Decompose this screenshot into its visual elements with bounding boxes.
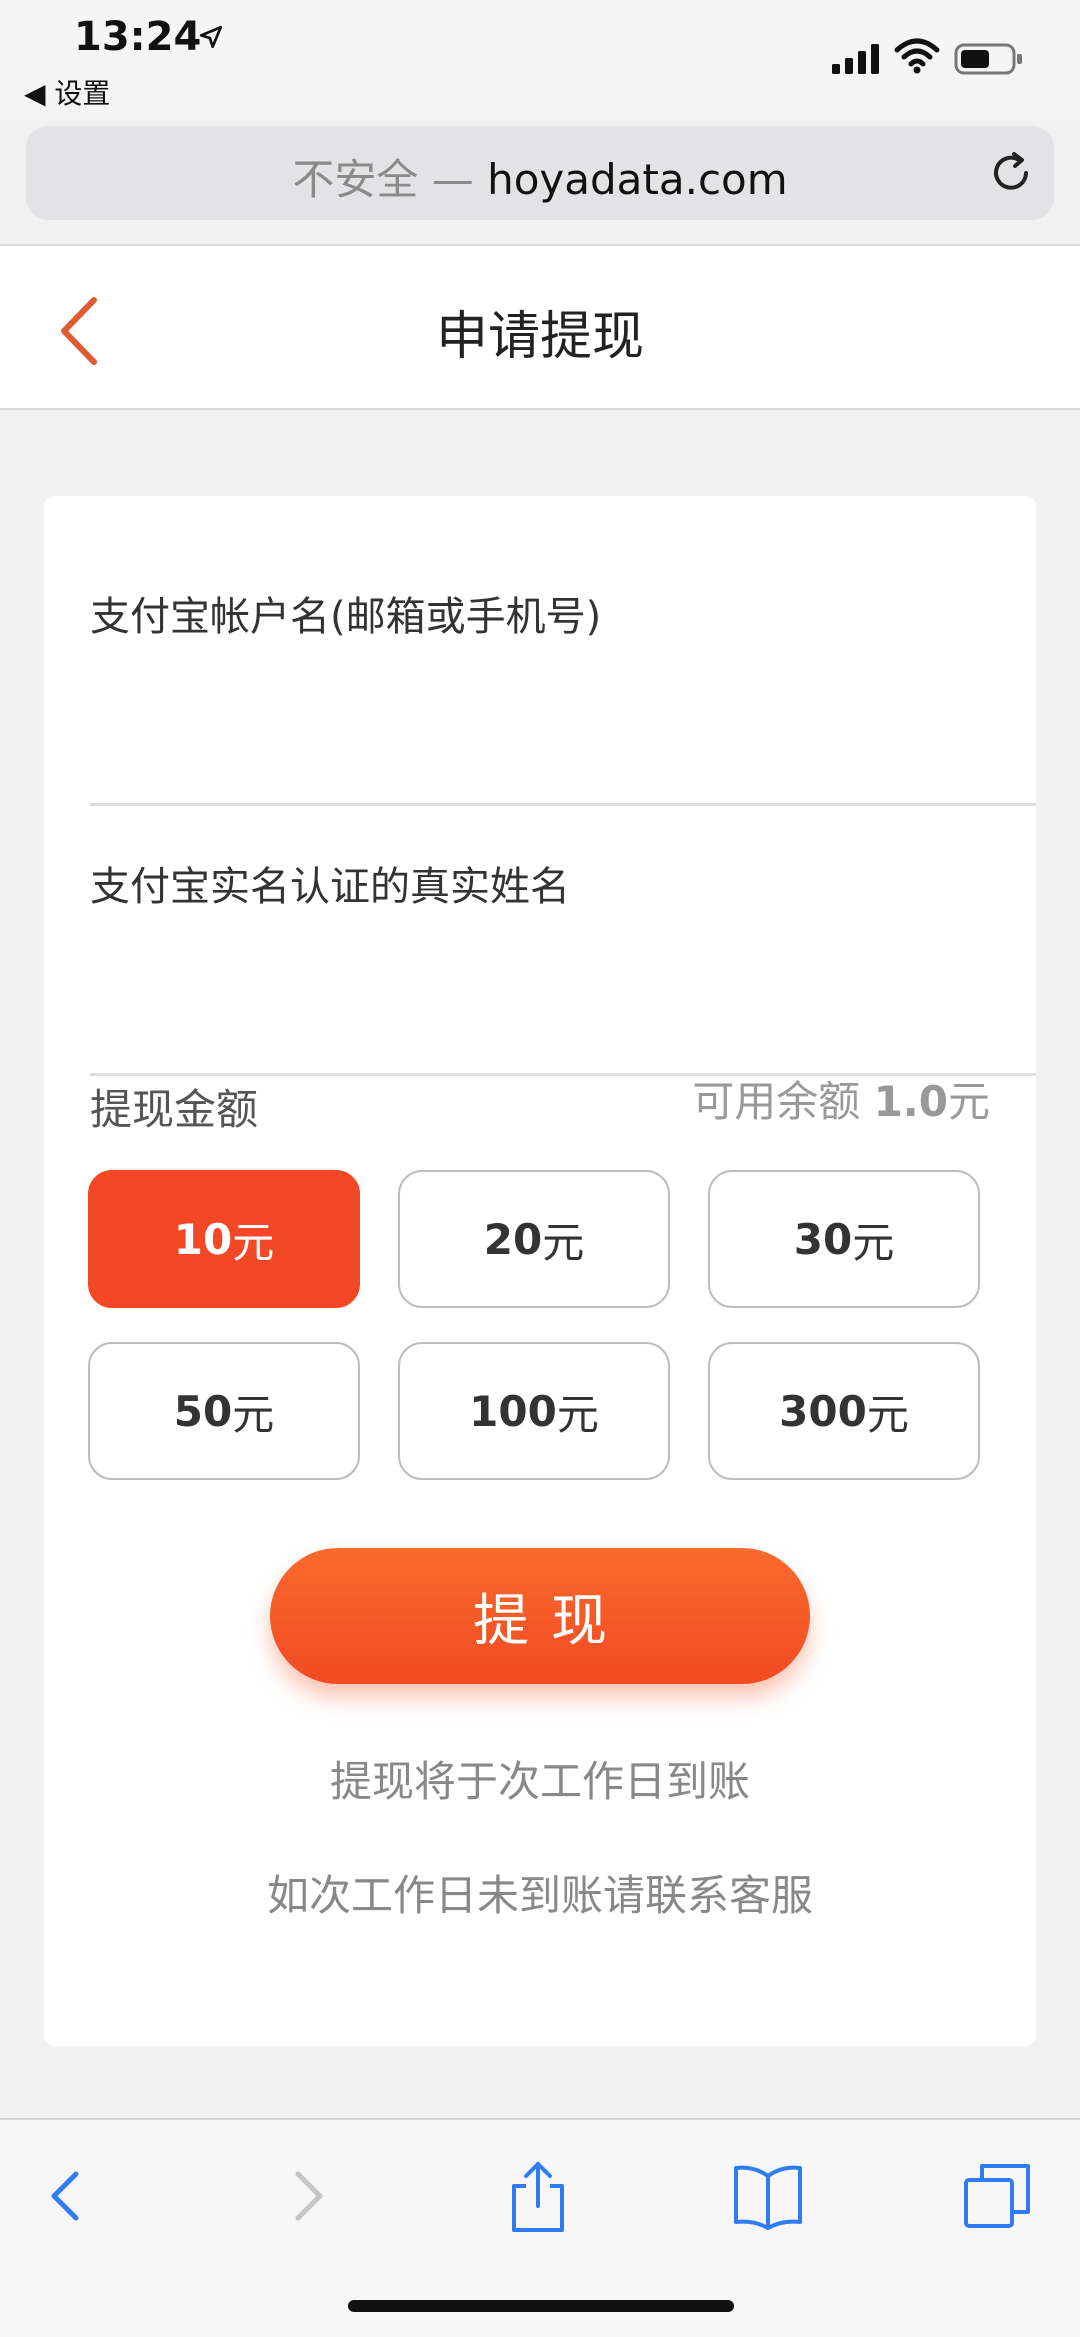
amount-number: 30 bbox=[793, 1214, 853, 1264]
support-note: 如次工作日未到账请联系客服 bbox=[266, 1871, 813, 1920]
amount-option-100[interactable]: 100 元 bbox=[398, 1342, 670, 1480]
home-indicator[interactable] bbox=[348, 2300, 734, 2312]
amount-unit: 元 bbox=[852, 1217, 895, 1267]
amount-unit: 元 bbox=[866, 1389, 909, 1439]
tabs-icon[interactable] bbox=[958, 2156, 1038, 2236]
amount-number: 20 bbox=[483, 1214, 543, 1264]
amount-number: 100 bbox=[469, 1386, 557, 1436]
amount-unit: 元 bbox=[232, 1389, 275, 1439]
amount-unit: 元 bbox=[542, 1217, 585, 1267]
amount-option-30[interactable]: 30 元 bbox=[708, 1170, 980, 1308]
amount-label: 提现金额 bbox=[90, 1085, 259, 1134]
location-arrow-icon bbox=[199, 25, 223, 49]
real-name-field bbox=[90, 806, 1036, 1076]
amount-unit: 元 bbox=[232, 1217, 275, 1267]
back-to-settings-link[interactable]: ◀ 设置 bbox=[24, 72, 110, 112]
balance-prefix: 可用余额 bbox=[692, 1077, 874, 1126]
arrival-note: 提现将于次工作日到账 bbox=[329, 1757, 750, 1806]
amount-option-10[interactable]: 10 元 bbox=[88, 1170, 360, 1308]
alipay-account-input[interactable] bbox=[90, 562, 1036, 672]
insecure-label: 不安全 bbox=[292, 155, 419, 204]
share-icon[interactable] bbox=[498, 2156, 578, 2236]
page-header: 申请提现 bbox=[0, 244, 1080, 410]
url-domain: hoyadata.com bbox=[487, 155, 788, 204]
status-bar: 13:24 ◀ 设置 bbox=[0, 0, 1080, 120]
status-time: 13:24 bbox=[74, 14, 202, 60]
withdraw-form-card: 提现金额 可用余额 1.0元 10元 20元 30元 50元 100元 300元… bbox=[44, 496, 1036, 2046]
wifi-icon bbox=[894, 38, 940, 74]
amount-option-50[interactable]: 50 元 bbox=[88, 1342, 360, 1480]
amount-number: 10 bbox=[173, 1214, 233, 1264]
browser-back-icon[interactable] bbox=[28, 2156, 108, 2236]
amount-number: 300 bbox=[779, 1386, 867, 1436]
url-separator: — bbox=[418, 155, 488, 204]
alipay-account-field bbox=[90, 536, 1036, 806]
available-balance: 可用余额 1.0元 bbox=[692, 1068, 990, 1129]
bookmarks-icon[interactable] bbox=[728, 2156, 808, 2236]
cellular-signal-icon bbox=[832, 44, 879, 74]
amount-unit: 元 bbox=[556, 1389, 599, 1439]
battery-icon bbox=[954, 43, 1022, 75]
balance-value: 1.0 bbox=[873, 1077, 948, 1126]
real-name-input[interactable] bbox=[90, 832, 1036, 942]
balance-unit: 元 bbox=[947, 1077, 990, 1126]
page-title: 申请提现 bbox=[435, 307, 644, 367]
address-bar[interactable]: 不安全 — hoyadata.com bbox=[26, 126, 1054, 220]
withdraw-submit-button[interactable]: 提现 bbox=[270, 1548, 810, 1684]
browser-forward-icon[interactable] bbox=[266, 2156, 346, 2236]
reload-icon[interactable] bbox=[986, 148, 1036, 198]
amount-option-20[interactable]: 20 元 bbox=[398, 1170, 670, 1308]
url-text: 不安全 — hoyadata.com bbox=[26, 146, 1054, 207]
amount-option-300[interactable]: 300 元 bbox=[708, 1342, 980, 1480]
amount-number: 50 bbox=[173, 1386, 233, 1436]
